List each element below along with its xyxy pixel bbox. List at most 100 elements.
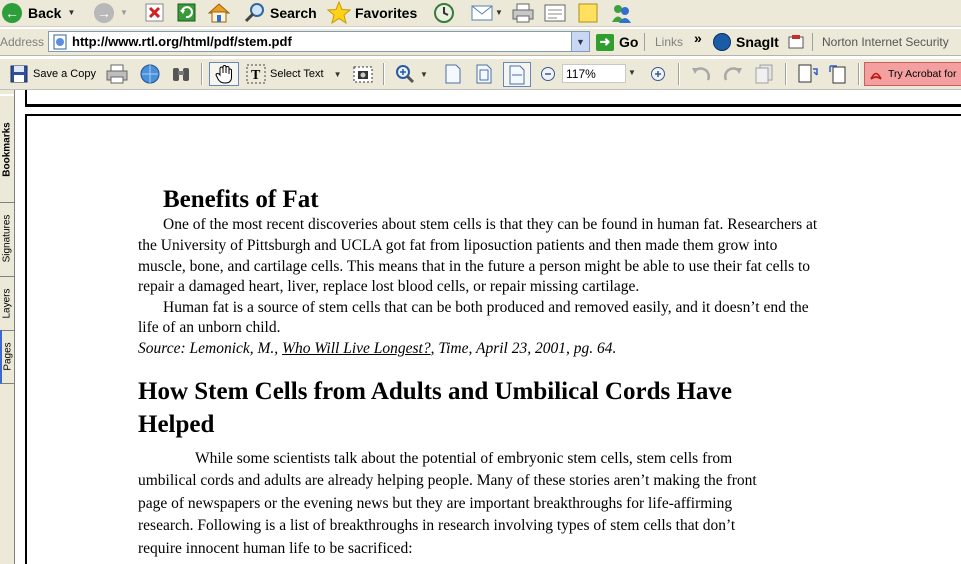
pages-view-icon	[755, 64, 773, 84]
links-label[interactable]: Links	[655, 35, 683, 49]
back-arrow-icon: ←	[2, 2, 22, 23]
tab-label: Bookmarks	[1, 121, 13, 177]
continuous-view-button[interactable]	[796, 63, 818, 85]
snagit-button[interactable]: SnagIt	[713, 30, 779, 54]
messenger-button[interactable]	[609, 0, 633, 25]
zoom-tool-dropdown-icon[interactable]: ▼	[420, 70, 428, 79]
page-icon	[53, 34, 67, 49]
refresh-button[interactable]	[177, 0, 196, 25]
paragraph-line: the University of Pittsburgh and UCLA go…	[138, 237, 778, 254]
continuous-page-icon	[798, 64, 818, 83]
forward-button[interactable]: → ▼	[94, 0, 128, 25]
acrobat-print-button[interactable]	[106, 64, 128, 84]
rotate-right-icon	[724, 67, 742, 81]
facing-page-icon	[829, 65, 846, 84]
find-button[interactable]	[171, 64, 191, 84]
toolbar-separator	[785, 63, 787, 85]
stop-button[interactable]	[145, 0, 164, 25]
tab-pages[interactable]: Pages	[0, 330, 14, 384]
address-dropdown-icon[interactable]: ▼	[571, 32, 589, 51]
address-label: Address	[0, 35, 45, 49]
address-separator	[812, 33, 813, 51]
mail-button[interactable]: ▼	[471, 0, 503, 25]
back-dropdown-icon[interactable]: ▼	[67, 8, 75, 17]
back-button[interactable]: ← Back ▼	[2, 0, 75, 25]
heading-stem-cells-adults-cords: Helped	[138, 411, 215, 438]
try-acrobat-button[interactable]: Try Acrobat for	[864, 62, 961, 86]
browser-toolbar: ← Back ▼ → ▼ Search Favorites ▼	[0, 0, 961, 27]
hand-tool-button[interactable]	[209, 62, 239, 86]
paragraph-line: repair a damaged heart, liver, replace l…	[138, 278, 640, 295]
rotate-left-button[interactable]	[690, 65, 712, 83]
paragraph-line: Human fat is a source of stem cells that…	[163, 299, 809, 316]
save-copy-button[interactable]: Save a Copy	[10, 65, 96, 83]
fit-page-button[interactable]	[475, 64, 493, 84]
paragraph-line: muscle, bone, and cartilage cells. This …	[138, 258, 811, 275]
tab-label: Signatures	[1, 214, 13, 262]
email-globe-icon	[140, 64, 160, 84]
mail-icon	[471, 5, 493, 20]
paragraph-line: research. Following is a list of breakth…	[138, 517, 736, 534]
try-acrobat-label: Try Acrobat for	[888, 68, 957, 80]
paragraph-line: One of the most recent discoveries about…	[163, 216, 818, 233]
zoom-in-tool-button[interactable]: ▼	[394, 64, 428, 84]
tab-bookmarks[interactable]: Bookmarks	[0, 94, 14, 203]
tab-signatures[interactable]: Signatures	[0, 200, 14, 277]
forward-dropdown-icon[interactable]: ▼	[120, 8, 128, 17]
toolbar-separator	[201, 63, 203, 85]
snapshot-tool-button[interactable]	[353, 64, 373, 84]
tab-layers[interactable]: Layers	[0, 276, 14, 331]
navigation-panel: Bookmarks Signatures Layers Pages	[0, 90, 15, 564]
norton-label[interactable]: Norton Internet Security	[822, 35, 949, 49]
zoom-in-button[interactable]	[650, 66, 666, 82]
zoom-out-button[interactable]	[540, 66, 556, 82]
links-chevron[interactable]: »	[694, 30, 702, 46]
address-separator	[644, 33, 645, 51]
zoom-in-plus-icon	[651, 67, 665, 81]
back-label: Back	[28, 4, 62, 21]
paragraph-line: umbilical cords and adults are already h…	[138, 472, 757, 489]
notes-icon	[578, 3, 598, 23]
zoom-level-dropdown[interactable]: ▼	[628, 68, 636, 77]
forward-arrow-icon: →	[94, 2, 114, 23]
select-text-tool[interactable]: T Select Text ▼	[246, 64, 342, 84]
save-copy-label: Save a Copy	[33, 68, 96, 80]
paragraph-line: require innocent human life to be sacrif…	[138, 540, 413, 557]
go-arrow-icon: ➜	[596, 33, 614, 51]
facing-view-button[interactable]	[828, 63, 850, 85]
actual-size-button[interactable]	[444, 64, 462, 84]
favorites-button[interactable]: Favorites	[327, 0, 417, 25]
edit-button[interactable]	[543, 0, 567, 25]
address-input[interactable]: http://www.rtl.org/html/pdf/stem.pdf ▼	[48, 31, 590, 52]
print-button[interactable]	[511, 0, 535, 25]
address-bar: Address http://www.rtl.org/html/pdf/stem…	[0, 29, 961, 56]
document-viewer[interactable]: Benefits of Fat One of the most recent d…	[15, 90, 961, 564]
search-button[interactable]: Search	[244, 0, 317, 25]
rotate-right-button[interactable]	[722, 65, 744, 83]
heading-benefits-of-fat: Benefits of Fat	[163, 186, 319, 213]
pages-view-button[interactable]	[754, 64, 776, 84]
zoom-level-field[interactable]: 117%	[562, 64, 626, 83]
toolbar-separator	[383, 63, 385, 85]
snagit-label: SnagIt	[736, 34, 779, 50]
save-disk-icon	[10, 65, 28, 83]
fit-width-button[interactable]	[503, 62, 531, 87]
snagit-capture-button[interactable]	[788, 30, 805, 54]
notes-button[interactable]	[577, 0, 599, 25]
source-prefix: Source: Lemonick, M.,	[138, 340, 283, 357]
paragraph-line: page of newspapers or the evening news b…	[138, 495, 733, 512]
snapshot-camera-icon	[353, 66, 373, 83]
paragraph-line: life of an unborn child.	[138, 319, 281, 336]
home-button[interactable]	[207, 0, 231, 25]
email-button[interactable]	[139, 64, 161, 84]
select-text-icon: T	[246, 64, 266, 84]
zoom-out-minus-icon	[541, 67, 555, 81]
select-text-dropdown-icon[interactable]: ▼	[334, 70, 342, 79]
search-label: Search	[270, 4, 317, 21]
history-button[interactable]	[432, 0, 456, 25]
zoom-level-value: 117%	[566, 66, 596, 81]
source-suffix: , Time, April 23, 2001, pg. 64.	[430, 340, 617, 357]
search-icon	[244, 3, 264, 23]
go-button[interactable]: ➜ Go	[596, 30, 638, 54]
mail-dropdown-icon[interactable]: ▼	[495, 8, 503, 17]
